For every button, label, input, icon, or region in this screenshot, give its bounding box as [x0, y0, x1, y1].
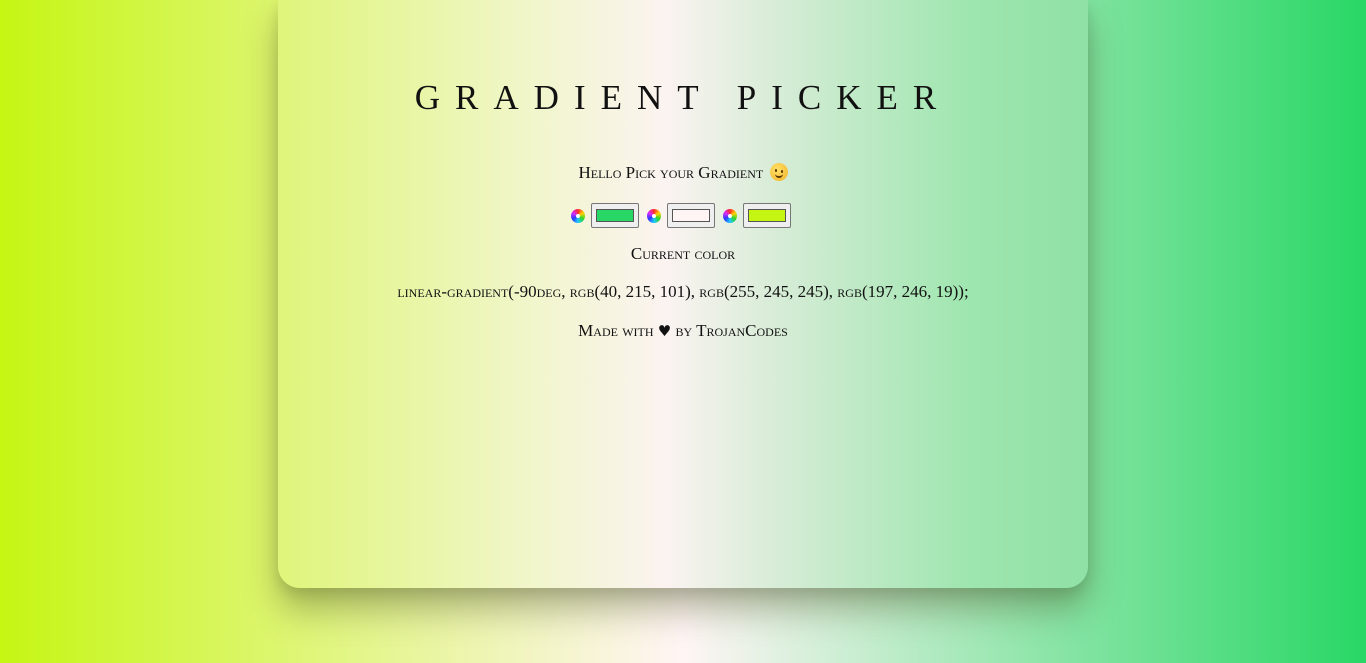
color-picker-3-swatch	[748, 209, 786, 222]
page-title: Gradient Picker	[414, 78, 952, 117]
gradient-card: Gradient Picker Hello Pick your Gradient…	[278, 0, 1088, 588]
current-color-label: Current color	[630, 244, 736, 263]
heart-icon: ♥	[657, 322, 672, 340]
greeting-label: Hello Pick your Gradient	[578, 163, 764, 182]
color-picker-1[interactable]	[591, 203, 639, 228]
footer-prefix: Made with	[578, 321, 654, 340]
color-picker-1-swatch	[596, 209, 634, 222]
color-picker-2[interactable]	[667, 203, 715, 228]
gradient-code: linear-gradient(-90deg, rgb(40, 215, 101…	[397, 282, 969, 301]
color-wheel-icon	[723, 208, 737, 223]
color-picker-3[interactable]	[743, 203, 791, 228]
color-picker-2-swatch	[672, 209, 710, 222]
color-pickers	[278, 202, 1088, 229]
footer-suffix: by TrojanCodes	[675, 321, 788, 340]
footer-credit: Made with ♥ by TrojanCodes	[278, 321, 1088, 341]
color-wheel-icon	[647, 208, 661, 223]
greeting-text: Hello Pick your Gradient	[278, 163, 1088, 183]
color-wheel-icon	[571, 208, 585, 223]
winking-face-icon	[769, 163, 788, 181]
